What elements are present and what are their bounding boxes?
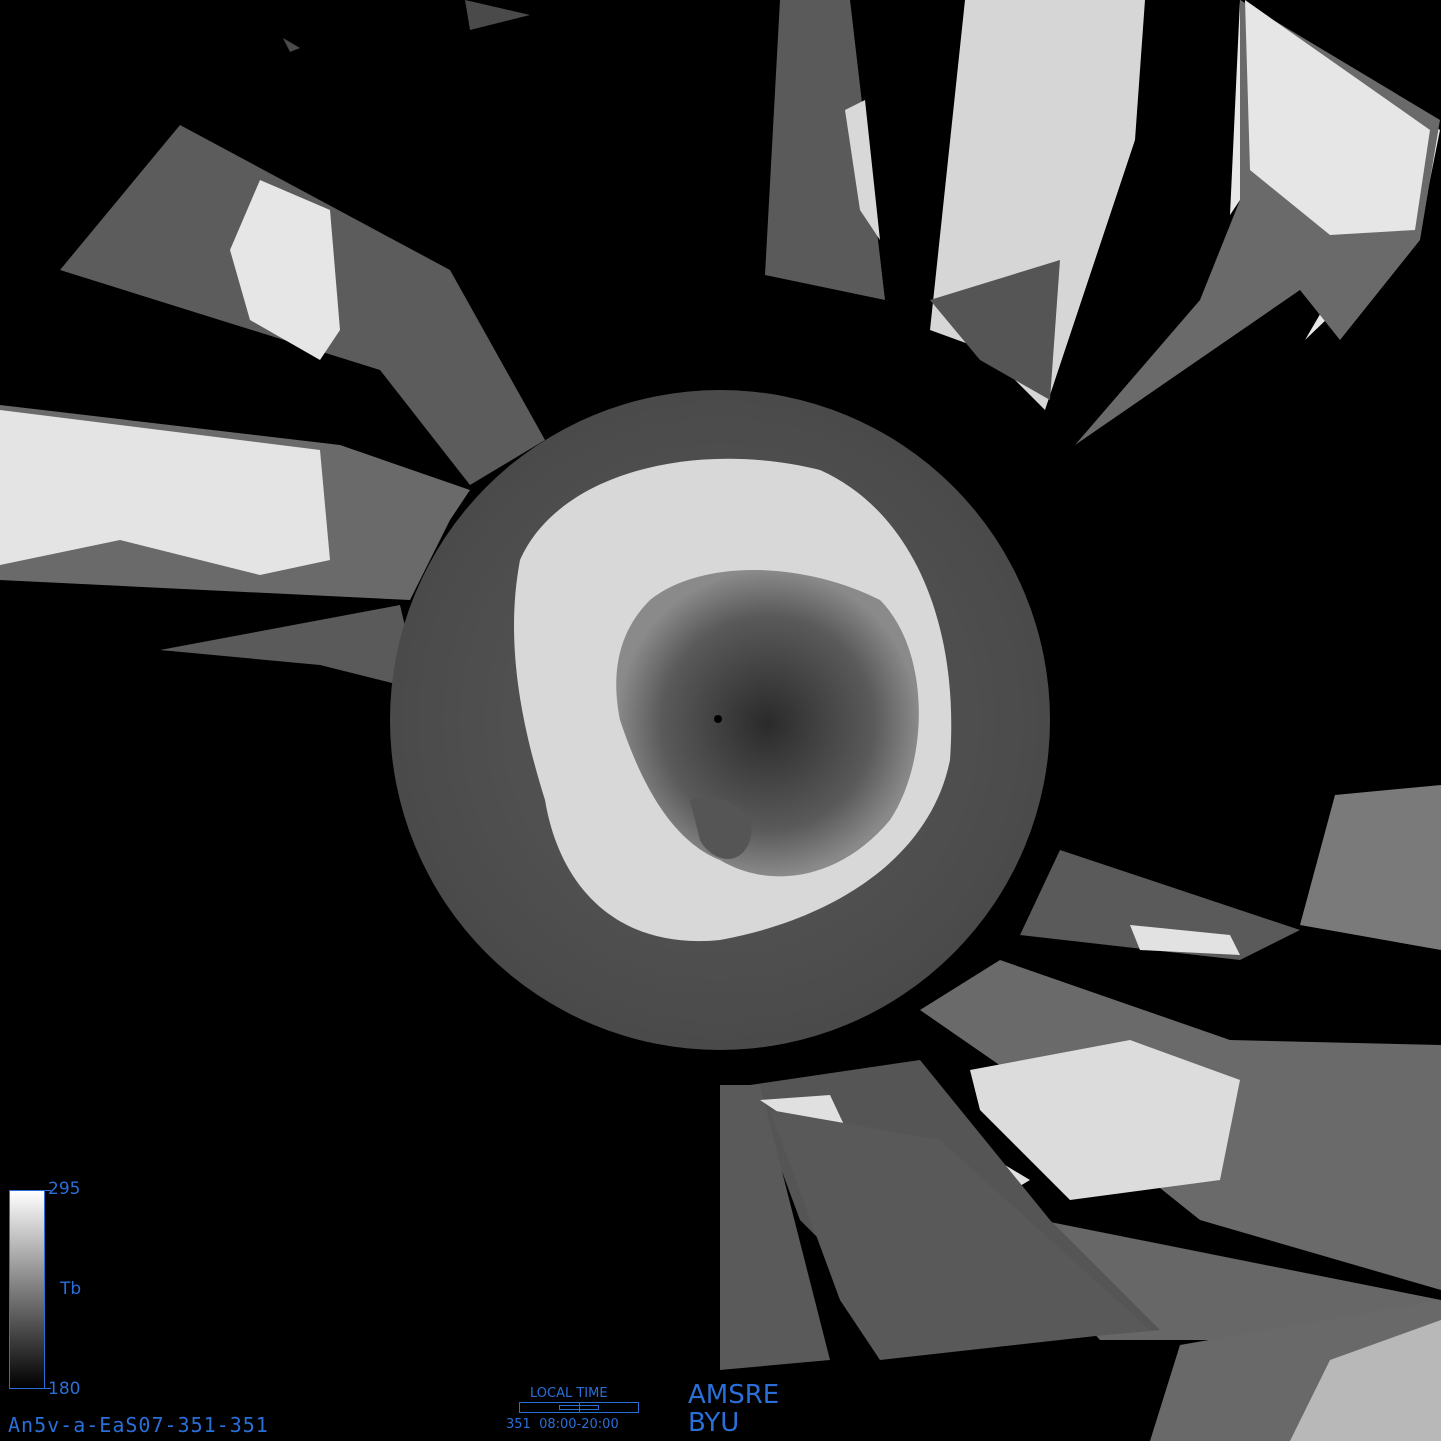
local-time-day: 351 [506,1417,531,1432]
polar-map [0,0,1441,1441]
swath-segment [0,410,330,575]
local-time-values: 351 08:00-20:00 [506,1417,619,1432]
swath-segment [465,0,530,30]
south-pole-marker [714,715,722,723]
colorbar-unit-label: Tb [60,1279,82,1299]
swath-segment [1360,420,1441,795]
colorbar-min-label: 180 [48,1379,81,1399]
local-time-range: 08:00-20:00 [539,1417,619,1432]
local-time-divider [579,1403,580,1412]
local-time-title: LOCAL TIME [530,1386,608,1401]
swath-segment [1300,785,1441,950]
swath-segment [283,38,300,52]
product-identifier: An5v-a-EaS07-351-351 [8,1413,269,1437]
temperature-colorbar [9,1190,45,1389]
sensor-name: AMSRE [688,1380,780,1410]
swath-segment [160,605,420,690]
colorbar-max-label: 295 [48,1179,81,1199]
local-time-bar [519,1402,639,1413]
organization-name: BYU [688,1408,740,1438]
